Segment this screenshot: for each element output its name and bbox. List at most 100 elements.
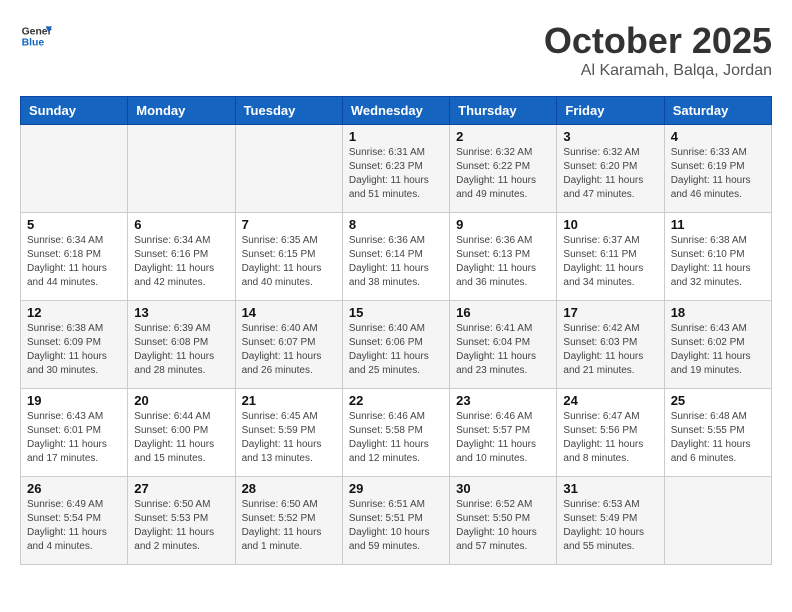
day-info: Sunrise: 6:31 AMSunset: 6:23 PMDaylight:…: [349, 146, 443, 202]
calendar-day-cell: 23 Sunrise: 6:46 AMSunset: 5:57 PMDayligh…: [450, 389, 557, 477]
day-number: 20: [134, 393, 228, 408]
day-number: 27: [134, 481, 228, 496]
day-info: Sunrise: 6:39 AMSunset: 6:08 PMDaylight:…: [134, 322, 228, 378]
day-number: 26: [27, 481, 121, 496]
calendar-day-cell: 4 Sunrise: 6:33 AMSunset: 6:19 PMDaylight…: [664, 125, 771, 213]
calendar-day-cell: 19 Sunrise: 6:43 AMSunset: 6:01 PMDayligh…: [21, 389, 128, 477]
title-area: October 2025 Al Karamah, Balqa, Jordan: [544, 20, 772, 80]
day-number: 1: [349, 129, 443, 144]
day-info: Sunrise: 6:34 AMSunset: 6:18 PMDaylight:…: [27, 234, 121, 290]
day-number: 8: [349, 217, 443, 232]
day-number: 9: [456, 217, 550, 232]
day-info: Sunrise: 6:37 AMSunset: 6:11 PMDaylight:…: [563, 234, 657, 290]
calendar-day-cell: 22 Sunrise: 6:46 AMSunset: 5:58 PMDayligh…: [342, 389, 449, 477]
day-info: Sunrise: 6:45 AMSunset: 5:59 PMDaylight:…: [242, 410, 336, 466]
calendar-week-row: 26 Sunrise: 6:49 AMSunset: 5:54 PMDayligh…: [21, 477, 772, 565]
day-number: 22: [349, 393, 443, 408]
calendar-day-cell: 9 Sunrise: 6:36 AMSunset: 6:13 PMDaylight…: [450, 213, 557, 301]
day-info: Sunrise: 6:48 AMSunset: 5:55 PMDaylight:…: [671, 410, 765, 466]
day-info: Sunrise: 6:53 AMSunset: 5:49 PMDaylight:…: [563, 498, 657, 554]
day-info: Sunrise: 6:38 AMSunset: 6:10 PMDaylight:…: [671, 234, 765, 290]
day-number: 29: [349, 481, 443, 496]
calendar-week-row: 19 Sunrise: 6:43 AMSunset: 6:01 PMDayligh…: [21, 389, 772, 477]
calendar-day-cell: 30 Sunrise: 6:52 AMSunset: 5:50 PMDayligh…: [450, 477, 557, 565]
weekday-header: Thursday: [450, 97, 557, 125]
calendar-day-cell: 28 Sunrise: 6:50 AMSunset: 5:52 PMDayligh…: [235, 477, 342, 565]
day-number: 10: [563, 217, 657, 232]
day-info: Sunrise: 6:33 AMSunset: 6:19 PMDaylight:…: [671, 146, 765, 202]
calendar-day-cell: [21, 125, 128, 213]
weekday-header: Saturday: [664, 97, 771, 125]
day-info: Sunrise: 6:43 AMSunset: 6:01 PMDaylight:…: [27, 410, 121, 466]
day-info: Sunrise: 6:32 AMSunset: 6:20 PMDaylight:…: [563, 146, 657, 202]
day-number: 23: [456, 393, 550, 408]
day-number: 31: [563, 481, 657, 496]
calendar-day-cell: 21 Sunrise: 6:45 AMSunset: 5:59 PMDayligh…: [235, 389, 342, 477]
day-number: 28: [242, 481, 336, 496]
calendar-day-cell: 16 Sunrise: 6:41 AMSunset: 6:04 PMDayligh…: [450, 301, 557, 389]
day-info: Sunrise: 6:41 AMSunset: 6:04 PMDaylight:…: [456, 322, 550, 378]
day-info: Sunrise: 6:46 AMSunset: 5:58 PMDaylight:…: [349, 410, 443, 466]
day-info: Sunrise: 6:47 AMSunset: 5:56 PMDaylight:…: [563, 410, 657, 466]
day-info: Sunrise: 6:50 AMSunset: 5:52 PMDaylight:…: [242, 498, 336, 554]
day-info: Sunrise: 6:46 AMSunset: 5:57 PMDaylight:…: [456, 410, 550, 466]
calendar-day-cell: [664, 477, 771, 565]
day-number: 18: [671, 305, 765, 320]
day-info: Sunrise: 6:36 AMSunset: 6:13 PMDaylight:…: [456, 234, 550, 290]
day-info: Sunrise: 6:36 AMSunset: 6:14 PMDaylight:…: [349, 234, 443, 290]
calendar-day-cell: 26 Sunrise: 6:49 AMSunset: 5:54 PMDayligh…: [21, 477, 128, 565]
calendar-week-row: 5 Sunrise: 6:34 AMSunset: 6:18 PMDaylight…: [21, 213, 772, 301]
calendar-day-cell: 12Sunrise: 6:38 AMSunset: 6:09 PMDayligh…: [21, 301, 128, 389]
calendar-day-cell: 8 Sunrise: 6:36 AMSunset: 6:14 PMDaylight…: [342, 213, 449, 301]
calendar-day-cell: 14Sunrise: 6:40 AMSunset: 6:07 PMDayligh…: [235, 301, 342, 389]
calendar-day-cell: 20 Sunrise: 6:44 AMSunset: 6:00 PMDayligh…: [128, 389, 235, 477]
calendar-day-cell: 31 Sunrise: 6:53 AMSunset: 5:49 PMDayligh…: [557, 477, 664, 565]
day-number: 7: [242, 217, 336, 232]
calendar-day-cell: 7 Sunrise: 6:35 AMSunset: 6:15 PMDaylight…: [235, 213, 342, 301]
day-number: 5: [27, 217, 121, 232]
day-info: Sunrise: 6:49 AMSunset: 5:54 PMDaylight:…: [27, 498, 121, 554]
day-info: Sunrise: 6:34 AMSunset: 6:16 PMDaylight:…: [134, 234, 228, 290]
month-title: October 2025: [544, 20, 772, 62]
location-subtitle: Al Karamah, Balqa, Jordan: [544, 62, 772, 80]
calendar-table: SundayMondayTuesdayWednesdayThursdayFrid…: [20, 96, 772, 565]
day-number: 12: [27, 305, 121, 320]
day-number: 17: [563, 305, 657, 320]
weekday-header: Wednesday: [342, 97, 449, 125]
day-number: 6: [134, 217, 228, 232]
day-number: 15: [349, 305, 443, 320]
calendar-day-cell: 5 Sunrise: 6:34 AMSunset: 6:18 PMDaylight…: [21, 213, 128, 301]
calendar-day-cell: 6 Sunrise: 6:34 AMSunset: 6:16 PMDaylight…: [128, 213, 235, 301]
calendar-day-cell: 29 Sunrise: 6:51 AMSunset: 5:51 PMDayligh…: [342, 477, 449, 565]
day-info: Sunrise: 6:35 AMSunset: 6:15 PMDaylight:…: [242, 234, 336, 290]
day-number: 19: [27, 393, 121, 408]
calendar-day-cell: 18 Sunrise: 6:43 AMSunset: 6:02 PMDayligh…: [664, 301, 771, 389]
day-number: 21: [242, 393, 336, 408]
day-number: 4: [671, 129, 765, 144]
page-header: General Blue October 2025 Al Karamah, Ba…: [20, 20, 772, 80]
day-number: 14: [242, 305, 336, 320]
calendar-day-cell: 1 Sunrise: 6:31 AMSunset: 6:23 PMDaylight…: [342, 125, 449, 213]
logo: General Blue: [20, 20, 52, 52]
calendar-day-cell: [128, 125, 235, 213]
day-info: Sunrise: 6:43 AMSunset: 6:02 PMDaylight:…: [671, 322, 765, 378]
day-number: 13: [134, 305, 228, 320]
calendar-day-cell: [235, 125, 342, 213]
day-number: 16: [456, 305, 550, 320]
calendar-day-cell: 25 Sunrise: 6:48 AMSunset: 5:55 PMDayligh…: [664, 389, 771, 477]
weekday-header: Monday: [128, 97, 235, 125]
day-info: Sunrise: 6:51 AMSunset: 5:51 PMDaylight:…: [349, 498, 443, 554]
calendar-day-cell: 3Sunrise: 6:32 AMSunset: 6:20 PMDaylight…: [557, 125, 664, 213]
calendar-day-cell: 17 Sunrise: 6:42 AMSunset: 6:03 PMDayligh…: [557, 301, 664, 389]
day-info: Sunrise: 6:52 AMSunset: 5:50 PMDaylight:…: [456, 498, 550, 554]
calendar-day-cell: 27Sunrise: 6:50 AMSunset: 5:53 PMDayligh…: [128, 477, 235, 565]
day-number: 30: [456, 481, 550, 496]
calendar-day-cell: 24Sunrise: 6:47 AMSunset: 5:56 PMDayligh…: [557, 389, 664, 477]
weekday-header: Tuesday: [235, 97, 342, 125]
day-info: Sunrise: 6:32 AMSunset: 6:22 PMDaylight:…: [456, 146, 550, 202]
day-number: 25: [671, 393, 765, 408]
calendar-day-cell: 13 Sunrise: 6:39 AMSunset: 6:08 PMDayligh…: [128, 301, 235, 389]
day-info: Sunrise: 6:44 AMSunset: 6:00 PMDaylight:…: [134, 410, 228, 466]
day-info: Sunrise: 6:42 AMSunset: 6:03 PMDaylight:…: [563, 322, 657, 378]
calendar-day-cell: 11Sunrise: 6:38 AMSunset: 6:10 PMDayligh…: [664, 213, 771, 301]
